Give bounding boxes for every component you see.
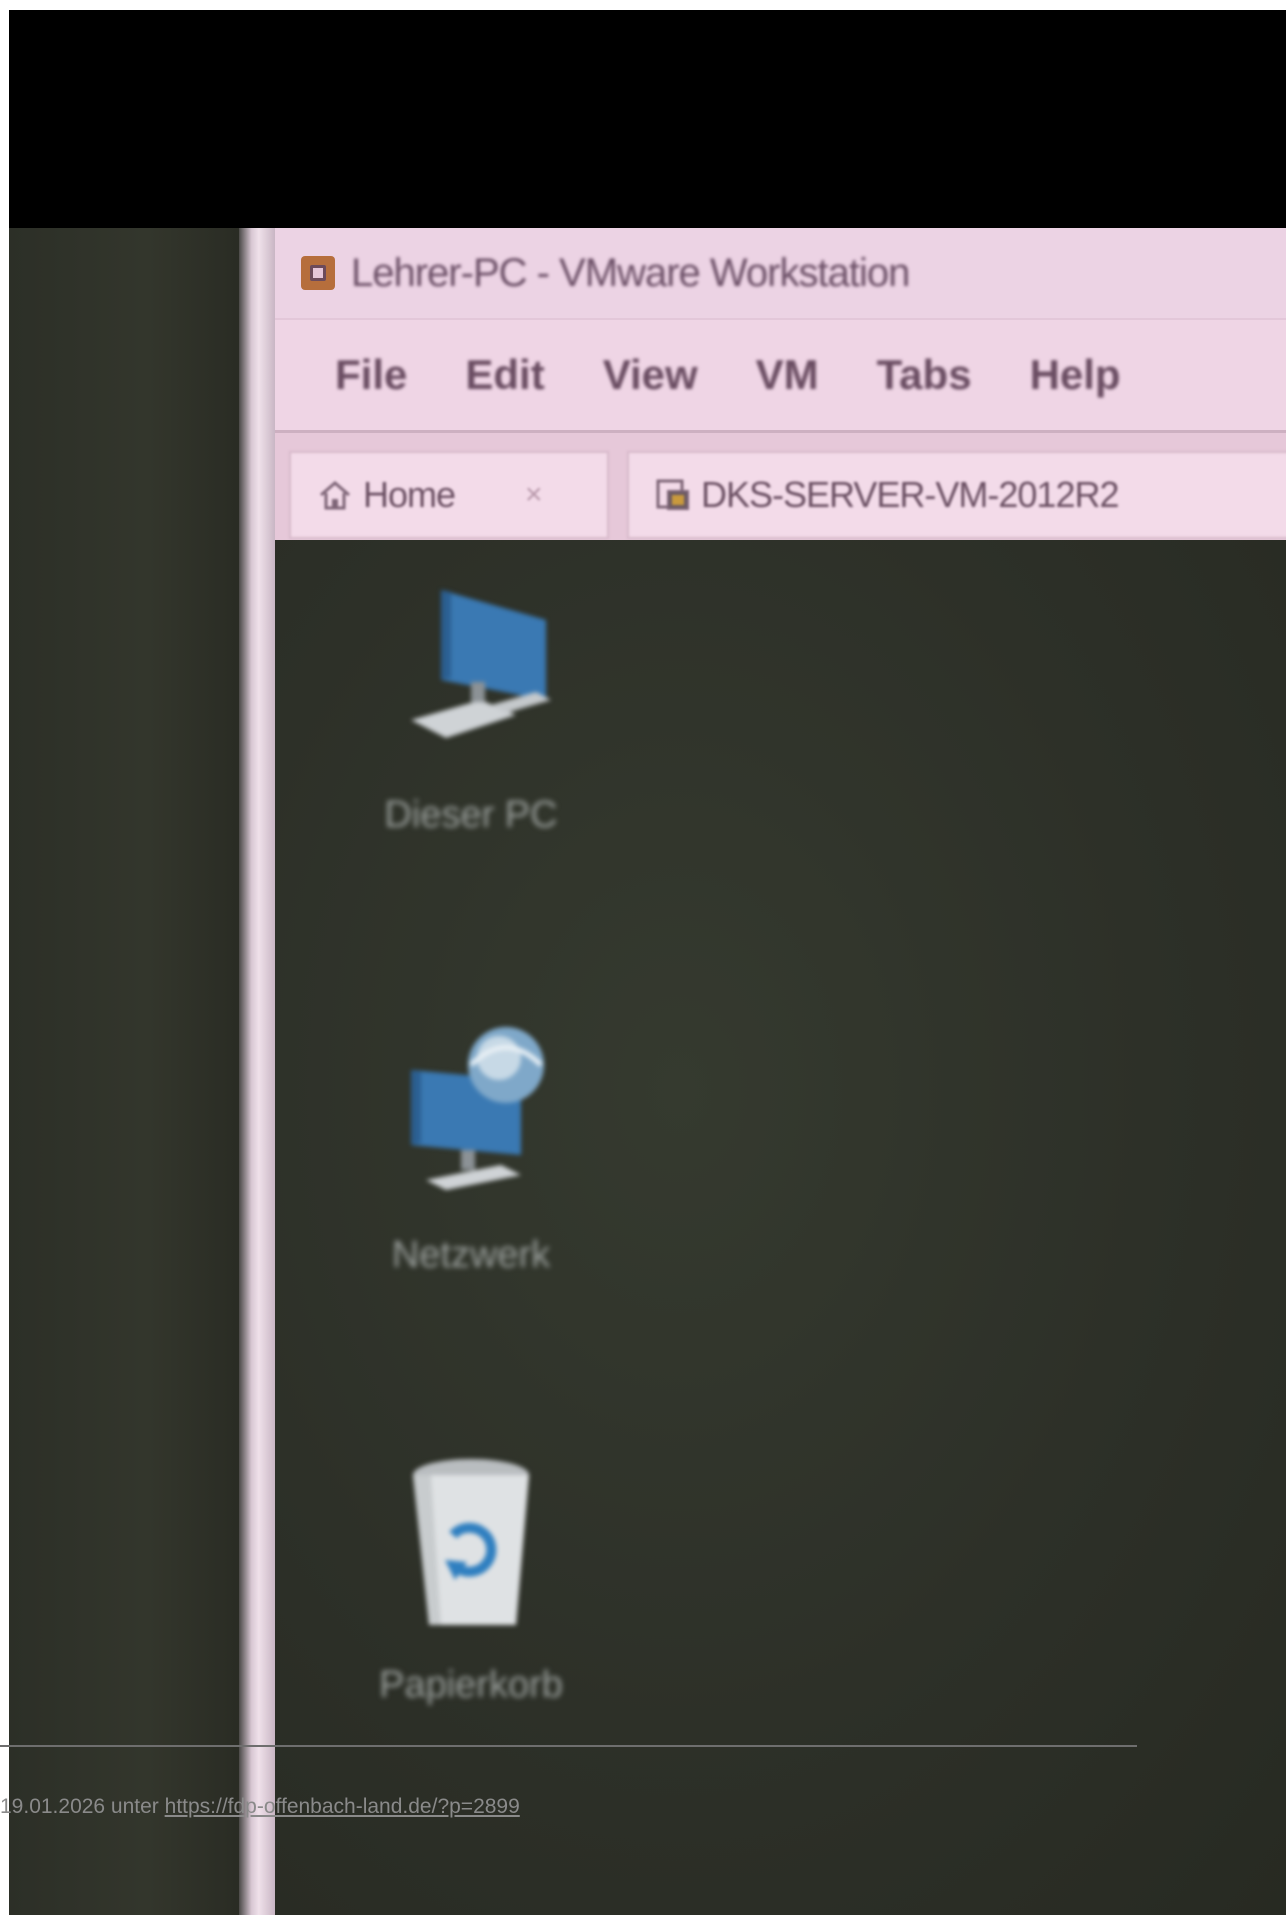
- computer-icon: [411, 590, 551, 738]
- footer-prefix: 19.01.2026 unter: [0, 1795, 165, 1818]
- vmware-app-icon: [301, 256, 335, 290]
- footer-link[interactable]: https://fdp-offenbach-land.de/?p=2899: [165, 1795, 520, 1818]
- menu-bar: File Edit View VM Tabs Help: [275, 318, 1286, 430]
- menu-file[interactable]: File: [335, 351, 407, 399]
- menu-tabs[interactable]: Tabs: [877, 351, 972, 399]
- photo: Lehrer-PC - VMware Workstation File Edit…: [9, 10, 1286, 1915]
- window-title: Lehrer-PC - VMware Workstation: [351, 250, 910, 295]
- tab-home-label: Home: [363, 474, 456, 515]
- footer-source: 19.01.2026 unter https://fdp-offenbach-l…: [0, 1795, 520, 1819]
- desktop-icon-recycle-bin[interactable]: Papierkorb: [351, 1440, 591, 1707]
- footer-divider: [0, 1745, 1137, 1747]
- desktop-label-recycle-bin: Papierkorb: [379, 1664, 563, 1706]
- desktop-label-network: Netzwerk: [391, 1234, 551, 1276]
- tab-bar: Home × DKS-SERVER-VM-2012R2: [275, 430, 1286, 540]
- desktop-icon-network[interactable]: Netzwerk: [351, 1010, 591, 1277]
- vmware-window: Lehrer-PC - VMware Workstation File Edit…: [275, 228, 1286, 1915]
- menu-edit[interactable]: Edit: [465, 351, 544, 399]
- menu-vm[interactable]: VM: [756, 351, 819, 399]
- menu-help[interactable]: Help: [1030, 351, 1121, 399]
- tab-vm-label: DKS-SERVER-VM-2012R2: [701, 474, 1119, 515]
- desktop-icon-this-pc[interactable]: Dieser PC: [351, 570, 591, 837]
- home-icon: [320, 481, 350, 510]
- recycle-bin-icon: [413, 1459, 529, 1625]
- title-bar[interactable]: Lehrer-PC - VMware Workstation: [275, 228, 1286, 318]
- desktop-label-this-pc: Dieser PC: [384, 794, 558, 836]
- guest-desktop: Dieser PC Netzwerk Papierkorb: [275, 540, 1286, 1915]
- tab-home[interactable]: Home ×: [289, 451, 609, 539]
- background-left: [9, 228, 239, 1915]
- network-icon: [411, 1027, 544, 1190]
- tab-close-button[interactable]: ×: [525, 478, 543, 512]
- monitor-bezel: [239, 228, 275, 1915]
- tab-vm[interactable]: DKS-SERVER-VM-2012R2: [627, 451, 1286, 539]
- vm-icon: [656, 479, 689, 510]
- menu-view[interactable]: View: [603, 351, 698, 399]
